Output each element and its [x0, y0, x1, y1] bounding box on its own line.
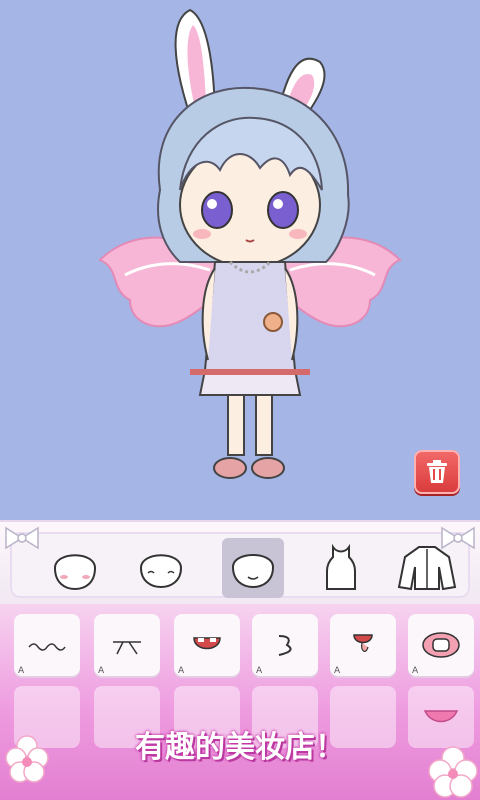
item-mouth-tongue[interactable]: A [330, 614, 396, 676]
tab-face-shape-1[interactable] [44, 538, 106, 598]
tab-face-shape-3[interactable] [222, 538, 284, 598]
trash-icon [427, 460, 447, 483]
item-label: A [256, 666, 263, 676]
item-label: A [412, 666, 419, 676]
tank-top-icon [326, 543, 356, 590]
item-selection-panel: A A A A A A [0, 604, 480, 800]
mouth-wavy-icon [28, 643, 66, 651]
item-mouth-sideways[interactable]: A [94, 614, 160, 676]
mouth-sideways-icon [113, 641, 141, 655]
pacifier-icon [422, 632, 460, 658]
tab-jacket-clothing[interactable] [396, 538, 458, 598]
item-label: A [178, 666, 185, 676]
trash-button[interactable] [414, 450, 460, 494]
mouth-tongue-icon [353, 634, 373, 652]
jacket-icon [397, 546, 457, 591]
left-bow-decoration [5, 526, 39, 550]
tab-face-shape-2[interactable] [130, 538, 192, 598]
category-tabbar [0, 520, 480, 606]
face-shape-3-icon [231, 554, 275, 589]
character-stage [0, 0, 480, 520]
promo-banner-text: 有趣的美妆店！ [135, 730, 345, 765]
mouth-three-icon [278, 635, 292, 656]
item-label: A [18, 666, 25, 676]
item-mouth-three[interactable]: A [252, 614, 318, 676]
face-shape-1-icon [53, 554, 97, 591]
mouth-open-teeth-icon [193, 637, 221, 650]
tab-top-clothing[interactable] [310, 538, 372, 598]
item-label: A [98, 666, 105, 676]
item-mouth-pacifier[interactable]: A [408, 614, 474, 676]
item-mouth-open-teeth[interactable]: A [174, 614, 240, 676]
character-preview [98, 8, 402, 479]
face-shape-2-icon [139, 554, 183, 589]
item-mouth-wavy[interactable]: A [14, 614, 80, 676]
item-label: A [334, 666, 341, 676]
